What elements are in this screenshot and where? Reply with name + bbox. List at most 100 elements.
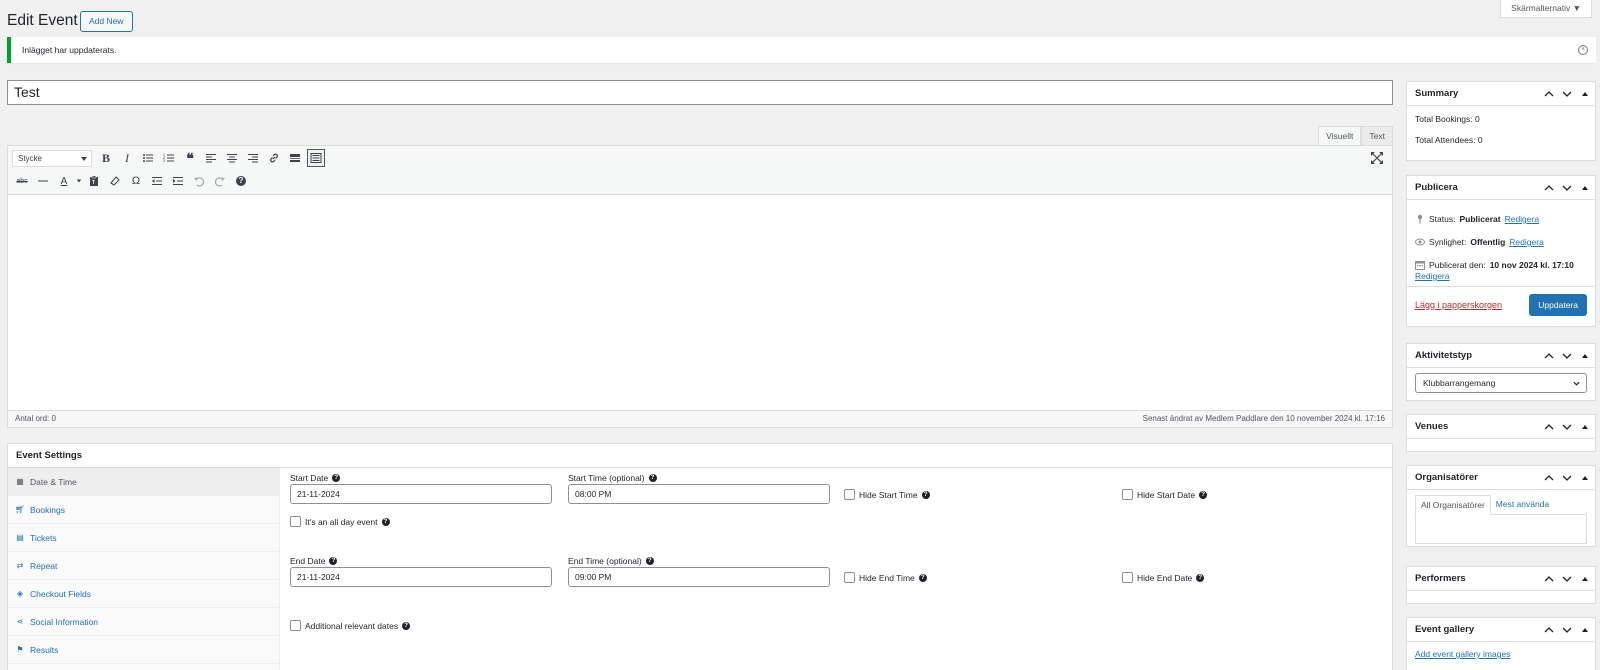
- checkbox-box[interactable]: [290, 620, 301, 631]
- collapse-icon[interactable]: [1579, 472, 1591, 484]
- clear-formatting-icon[interactable]: [105, 171, 125, 191]
- tab-repeat[interactable]: ⇄ Repeat: [8, 552, 279, 580]
- horizontal-line-icon[interactable]: [33, 171, 53, 191]
- end-date-input[interactable]: 21-11-2024: [290, 567, 552, 587]
- organizers-list[interactable]: [1415, 514, 1587, 544]
- help-icon[interactable]: ?: [1196, 573, 1205, 582]
- checkbox-box[interactable]: [1122, 572, 1133, 583]
- bullet-list-icon[interactable]: [138, 148, 158, 168]
- move-down-icon[interactable]: [1561, 350, 1573, 362]
- box-controls: [1543, 567, 1591, 591]
- edit-visibility-link[interactable]: Redigera: [1509, 237, 1544, 247]
- help-icon[interactable]: ?: [402, 621, 411, 630]
- tab-bookings[interactable]: 🛒︎ Bookings: [8, 496, 279, 524]
- redo-icon[interactable]: [210, 171, 230, 191]
- tag-icon: ◈: [16, 589, 24, 598]
- help-icon[interactable]: ?: [231, 171, 251, 191]
- move-up-icon[interactable]: [1543, 182, 1555, 194]
- trash-link[interactable]: Lägg i papperskorgen: [1415, 300, 1502, 310]
- end-time-input[interactable]: 09:00 PM: [568, 567, 830, 587]
- link-icon[interactable]: [264, 148, 284, 168]
- activity-type-select[interactable]: Klubbarrangemang: [1415, 373, 1587, 393]
- checkbox-box[interactable]: [844, 572, 855, 583]
- tab-results[interactable]: ⚑ Results: [8, 636, 279, 664]
- tab-date-time[interactable]: ▦ Date & Time: [8, 468, 279, 496]
- indent-icon[interactable]: [168, 171, 188, 191]
- checkbox-box[interactable]: [844, 489, 855, 500]
- add-new-button[interactable]: Add New: [80, 11, 133, 32]
- edit-status-link[interactable]: Redigera: [1505, 214, 1540, 224]
- select-value: Klubbarrangemang: [1423, 378, 1496, 388]
- align-left-icon[interactable]: [201, 148, 221, 168]
- move-up-icon[interactable]: [1543, 472, 1555, 484]
- italic-icon[interactable]: I: [117, 148, 137, 168]
- collapse-icon[interactable]: [1579, 350, 1591, 362]
- tab-checkout-fields[interactable]: ◈ Checkout Fields: [8, 580, 279, 608]
- help-icon[interactable]: ?: [648, 474, 657, 482]
- move-down-icon[interactable]: [1561, 573, 1573, 585]
- move-down-icon[interactable]: [1561, 624, 1573, 636]
- read-more-icon[interactable]: [285, 148, 305, 168]
- bold-icon[interactable]: B: [96, 148, 116, 168]
- editor-content-area[interactable]: [8, 195, 1392, 406]
- start-time-input[interactable]: 08:00 PM: [568, 484, 830, 504]
- tab-social-information[interactable]: ⋖ Social Information: [8, 608, 279, 636]
- collapse-icon[interactable]: [1579, 421, 1591, 433]
- checkbox-box[interactable]: [290, 516, 301, 527]
- fullscreen-icon[interactable]: [1370, 151, 1384, 165]
- add-gallery-images-link[interactable]: Add event gallery images: [1415, 649, 1510, 659]
- screen-options-button[interactable]: Skärmalternativ ▼: [1500, 0, 1592, 18]
- hide-start-date-checkbox[interactable]: Hide Start Date ?: [1122, 489, 1208, 500]
- help-icon[interactable]: ?: [918, 573, 927, 582]
- move-down-icon[interactable]: [1561, 472, 1573, 484]
- checkbox-box[interactable]: [1122, 489, 1133, 500]
- post-title-input[interactable]: Test: [7, 80, 1393, 105]
- strikethrough-icon[interactable]: abc: [12, 171, 32, 191]
- help-icon[interactable]: ?: [381, 517, 390, 526]
- update-button[interactable]: Uppdatera: [1529, 294, 1587, 316]
- tab-most-used[interactable]: Mest använda: [1491, 495, 1554, 515]
- move-down-icon[interactable]: [1561, 182, 1573, 194]
- hide-start-time-checkbox[interactable]: Hide Start Time ?: [844, 489, 930, 500]
- help-icon[interactable]: ?: [332, 474, 341, 482]
- collapse-icon[interactable]: [1579, 573, 1591, 585]
- label-text: End Time (optional): [568, 556, 642, 566]
- tab-visual[interactable]: Visuellt: [1318, 126, 1362, 145]
- move-down-icon[interactable]: [1561, 88, 1573, 100]
- move-up-icon[interactable]: [1543, 573, 1555, 585]
- toolbar-toggle-icon[interactable]: [307, 149, 325, 167]
- edit-date-link[interactable]: Redigera: [1415, 271, 1450, 281]
- move-up-icon[interactable]: [1543, 624, 1555, 636]
- collapse-icon[interactable]: [1579, 88, 1591, 100]
- help-icon[interactable]: ?: [329, 557, 338, 565]
- format-select[interactable]: Stycke: [12, 149, 92, 167]
- blockquote-icon[interactable]: ❝: [180, 148, 200, 168]
- undo-icon[interactable]: [189, 171, 209, 191]
- hide-end-time-checkbox[interactable]: Hide End Time ?: [844, 572, 927, 583]
- text-color-icon[interactable]: A: [54, 171, 74, 191]
- all-day-checkbox[interactable]: It's an all day event ?: [290, 516, 390, 527]
- hide-end-date-checkbox[interactable]: Hide End Date ?: [1122, 572, 1205, 583]
- collapse-icon[interactable]: [1579, 182, 1591, 194]
- move-up-icon[interactable]: [1543, 88, 1555, 100]
- special-character-icon[interactable]: Ω: [126, 171, 146, 191]
- align-center-icon[interactable]: [222, 148, 242, 168]
- start-date-input[interactable]: 21-11-2024: [290, 484, 552, 504]
- tab-all-organizers[interactable]: All Organisatörer: [1415, 495, 1491, 515]
- dismiss-icon[interactable]: ×: [1578, 45, 1588, 55]
- help-icon[interactable]: ?: [1199, 490, 1208, 499]
- help-icon[interactable]: ?: [921, 490, 930, 499]
- tab-tickets[interactable]: ▤ Tickets: [8, 524, 279, 552]
- help-icon[interactable]: ?: [645, 557, 654, 565]
- collapse-icon[interactable]: [1579, 624, 1591, 636]
- move-up-icon[interactable]: [1543, 421, 1555, 433]
- align-right-icon[interactable]: [243, 148, 263, 168]
- chevron-down-icon[interactable]: [75, 171, 83, 191]
- additional-dates-checkbox[interactable]: Additional relevant dates ?: [290, 620, 411, 631]
- numbered-list-icon[interactable]: 123: [159, 148, 179, 168]
- tab-text[interactable]: Text: [1361, 126, 1393, 145]
- move-up-icon[interactable]: [1543, 350, 1555, 362]
- paste-text-icon[interactable]: T: [84, 171, 104, 191]
- move-down-icon[interactable]: [1561, 421, 1573, 433]
- outdent-icon[interactable]: [147, 171, 167, 191]
